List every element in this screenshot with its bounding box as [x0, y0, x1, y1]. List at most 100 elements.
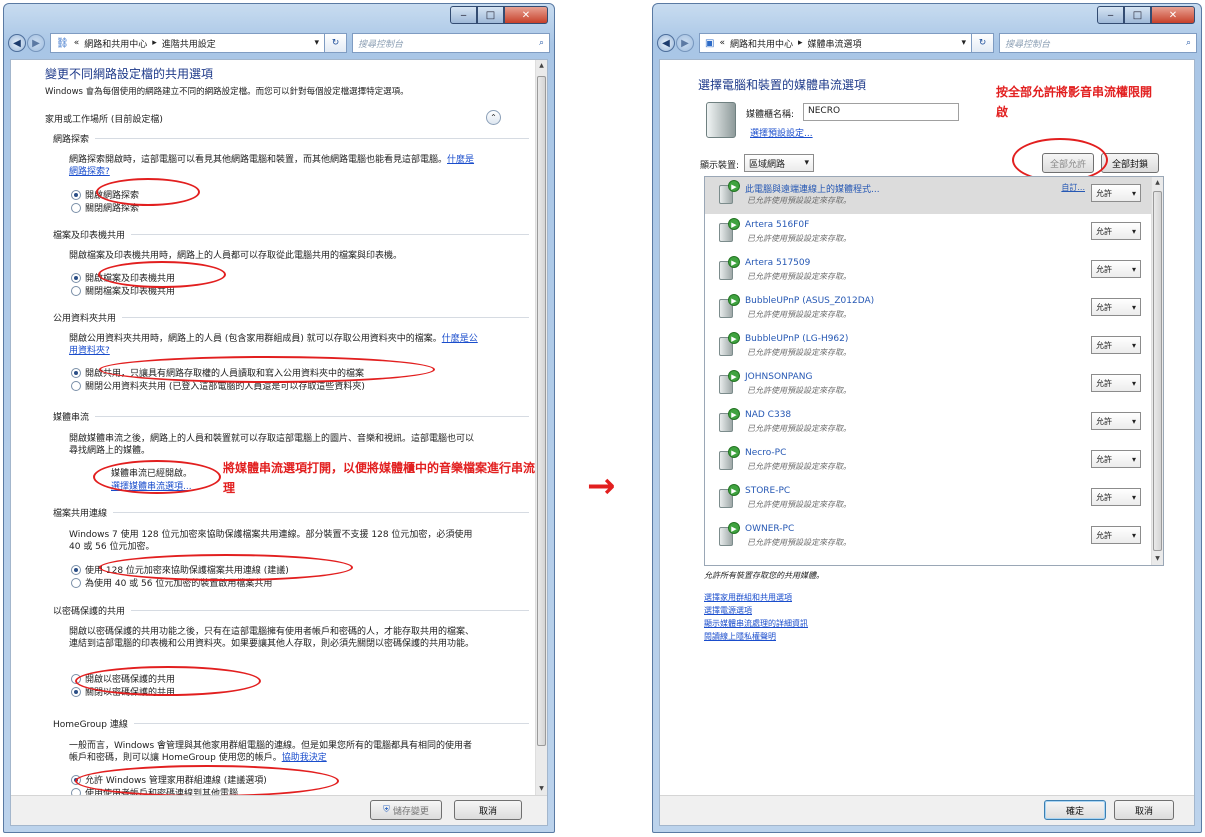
show-devices-select[interactable]: 區域網路 ▾ — [744, 154, 814, 172]
device-list-scrollbar[interactable]: ▲ ▼ — [1151, 177, 1163, 565]
default-settings-link[interactable]: 選擇預設設定... — [750, 126, 813, 139]
minimize-button[interactable]: ‒ — [450, 6, 477, 24]
public-desc-text: 開啟公用資料夾共用時，網路上的人員 (包含家用群組成員) 就可以存取公用資料夾中… — [69, 334, 442, 344]
ok-button[interactable]: 確定 — [1044, 800, 1106, 820]
chevron-down-icon: ▾ — [1131, 492, 1136, 502]
scroll-thumb[interactable] — [1153, 191, 1162, 551]
password-desc: 開啟以密碼保護的共用功能之後，只有在這部電腦擁有使用者帳戶和密碼的人，才能存取共… — [69, 627, 475, 649]
access-select[interactable]: 允許 ▾ — [1091, 374, 1141, 392]
refresh-icon[interactable]: ↻ — [325, 33, 347, 53]
search-input[interactable]: 搜尋控制台 ⌕ — [352, 33, 550, 53]
scroll-down-icon[interactable]: ▼ — [536, 783, 547, 795]
breadcrumb-network-center[interactable]: 網路和共用中心 — [730, 37, 793, 50]
access-select[interactable]: 允許 ▾ — [1091, 260, 1141, 278]
access-select[interactable]: 允許 ▾ — [1091, 222, 1141, 240]
breadcrumb[interactable]: ⛓ « 網路和共用中心 ▸ 進階共用設定 ▾ — [50, 33, 325, 53]
device-row[interactable]: ▶ OWNER-PC 已允許使用預設設定來存取。 允許 ▾ — [705, 519, 1151, 557]
scroll-down-icon[interactable]: ▼ — [1152, 553, 1163, 565]
back-icon[interactable]: ◀ — [8, 34, 26, 52]
chevron-down-icon[interactable]: ▾ — [314, 38, 319, 48]
play-icon: ▶ — [728, 446, 740, 458]
chevron-down-icon: ▾ — [1131, 302, 1136, 312]
streaming-details-link[interactable]: 顯示媒體串流處理的詳細資訊 — [704, 618, 808, 629]
device-row[interactable]: ▶ NAD C338 已允許使用預設設定來存取。 允許 ▾ — [705, 405, 1151, 443]
scroll-thumb[interactable] — [537, 76, 546, 746]
access-select[interactable]: 允許 ▾ — [1091, 336, 1141, 354]
scroll-up-icon[interactable]: ▲ — [536, 60, 547, 72]
search-placeholder: 搜尋控制台 — [358, 39, 404, 50]
section-title: 媒體串流 — [53, 413, 90, 423]
section-homegroup: HomeGroup 連線 — [53, 717, 529, 730]
cancel-button[interactable]: 取消 — [454, 800, 522, 820]
device-name: OWNER-PC — [745, 524, 795, 534]
vertical-scrollbar[interactable]: ▲ ▼ — [535, 60, 547, 795]
access-select[interactable]: 允許 ▾ — [1091, 184, 1141, 202]
breadcrumb-network-center[interactable]: 網路和共用中心 — [84, 37, 147, 50]
device-row[interactable]: ▶ JOHNSONPANG 已允許使用預設設定來存取。 允許 ▾ — [705, 367, 1151, 405]
access-select[interactable]: 允許 ▾ — [1091, 526, 1141, 544]
privacy-link[interactable]: 閱讀線上隱私權聲明 — [704, 631, 776, 642]
block-all-button[interactable]: 全部封鎖 — [1101, 153, 1159, 173]
access-select[interactable]: 允許 ▾ — [1091, 488, 1141, 506]
homegroup-desc-text: 一般而言，Windows 會管理與其他家用群組電腦的連線。但是如果您所有的電腦都… — [69, 741, 473, 763]
media-icon: ▣ — [705, 37, 715, 49]
device-status: 已允許使用預設設定來存取。 — [747, 424, 851, 433]
search-input[interactable]: 搜尋控制台 ⌕ — [999, 33, 1197, 53]
breadcrumb[interactable]: ▣ « 網路和共用中心 ▸ 媒體串流選項 ▾ — [699, 33, 972, 53]
device-row[interactable]: ▶ 此電腦與遠端連線上的媒體程式... 已允許使用預設設定來存取。 自訂... 允許 ▾ — [705, 177, 1151, 215]
homegroup-options-link[interactable]: 選擇家用群組和共用選項 — [704, 592, 792, 603]
forward-icon[interactable]: ▶ — [27, 34, 45, 52]
annotation-oval — [93, 460, 221, 494]
radio-icon — [71, 380, 81, 391]
media-library-icon — [706, 102, 736, 138]
cancel-button[interactable]: 取消 — [1114, 800, 1174, 820]
collapse-icon[interactable]: ⌃ — [486, 110, 501, 125]
save-changes-button[interactable]: ⛨ 儲存變更 — [370, 800, 442, 820]
access-value: 允許 — [1096, 188, 1112, 198]
device-row[interactable]: ▶ BubbleUPnP (LG-H962) 已允許使用預設設定來存取。 允許 ▾ — [705, 329, 1151, 367]
device-status: 已允許使用預設設定來存取。 — [747, 386, 851, 395]
back-icon[interactable]: ◀ — [657, 34, 675, 52]
play-icon: ▶ — [728, 180, 740, 192]
breadcrumb-advanced-sharing[interactable]: 進階共用設定 — [162, 37, 216, 50]
close-button[interactable]: ✕ — [504, 6, 548, 24]
device-name: BubbleUPnP (LG-H962) — [745, 334, 849, 344]
access-value: 允許 — [1096, 226, 1112, 236]
access-value: 允許 — [1096, 492, 1112, 502]
chevron-down-icon: ▾ — [1131, 530, 1136, 540]
device-name: NAD C338 — [745, 410, 792, 420]
access-select[interactable]: 允許 ▾ — [1091, 450, 1141, 468]
breadcrumb-media-options[interactable]: 媒體串流選項 — [808, 37, 862, 50]
search-icon: ⌕ — [1185, 38, 1191, 48]
device-row[interactable]: ▶ STORE-PC 已允許使用預設設定來存取。 允許 ▾ — [705, 481, 1151, 519]
power-options-link[interactable]: 選擇電源選項 — [704, 605, 752, 616]
media-streaming-window: ‒ □ ✕ ◀ ▶ ▣ « 網路和共用中心 ▸ 媒體串流選項 ▾ ↻ 搜尋控制台… — [652, 3, 1202, 833]
scroll-up-icon[interactable]: ▲ — [1152, 177, 1163, 189]
device-name: BubbleUPnP (ASUS_Z012DA) — [745, 296, 875, 306]
search-icon: ⌕ — [538, 38, 544, 48]
close-button[interactable]: ✕ — [1151, 6, 1195, 24]
refresh-icon[interactable]: ↻ — [972, 33, 994, 53]
device-row[interactable]: ▶ Necro-PC 已允許使用預設設定來存取。 允許 ▾ — [705, 443, 1151, 481]
access-select[interactable]: 允許 ▾ — [1091, 412, 1141, 430]
media-options-content: 選擇電腦和裝置的媒體串流選項 媒體櫃名稱: NECRO 選擇預設設定... 按全… — [659, 59, 1195, 826]
shield-icon: ⛨ — [383, 805, 390, 815]
device-row[interactable]: ▶ BubbleUPnP (ASUS_Z012DA) 已允許使用預設設定來存取。 允許… — [705, 291, 1151, 329]
device-status: 已允許使用預設設定來存取。 — [747, 196, 851, 205]
device-row[interactable]: ▶ Artera 516F0F 已允許使用預設設定來存取。 允許 ▾ — [705, 215, 1151, 253]
homegroup-help-link[interactable]: 協助我決定 — [282, 753, 327, 763]
access-select[interactable]: 允許 ▾ — [1091, 298, 1141, 316]
section-title: 公用資料夾共用 — [53, 314, 117, 324]
breadcrumb-overflow[interactable]: « — [74, 38, 80, 48]
customize-link[interactable]: 自訂... — [1061, 182, 1085, 193]
forward-icon[interactable]: ▶ — [676, 34, 694, 52]
play-icon: ▶ — [728, 408, 740, 420]
breadcrumb-overflow[interactable]: « — [719, 38, 725, 48]
library-name-input[interactable]: NECRO — [803, 103, 959, 121]
maximize-button[interactable]: □ — [1124, 6, 1151, 24]
maximize-button[interactable]: □ — [477, 6, 504, 24]
minimize-button[interactable]: ‒ — [1097, 6, 1124, 24]
chevron-right-icon: ▸ — [797, 38, 803, 48]
chevron-down-icon[interactable]: ▾ — [961, 38, 966, 48]
device-row[interactable]: ▶ Artera 517509 已允許使用預設設定來存取。 允許 ▾ — [705, 253, 1151, 291]
